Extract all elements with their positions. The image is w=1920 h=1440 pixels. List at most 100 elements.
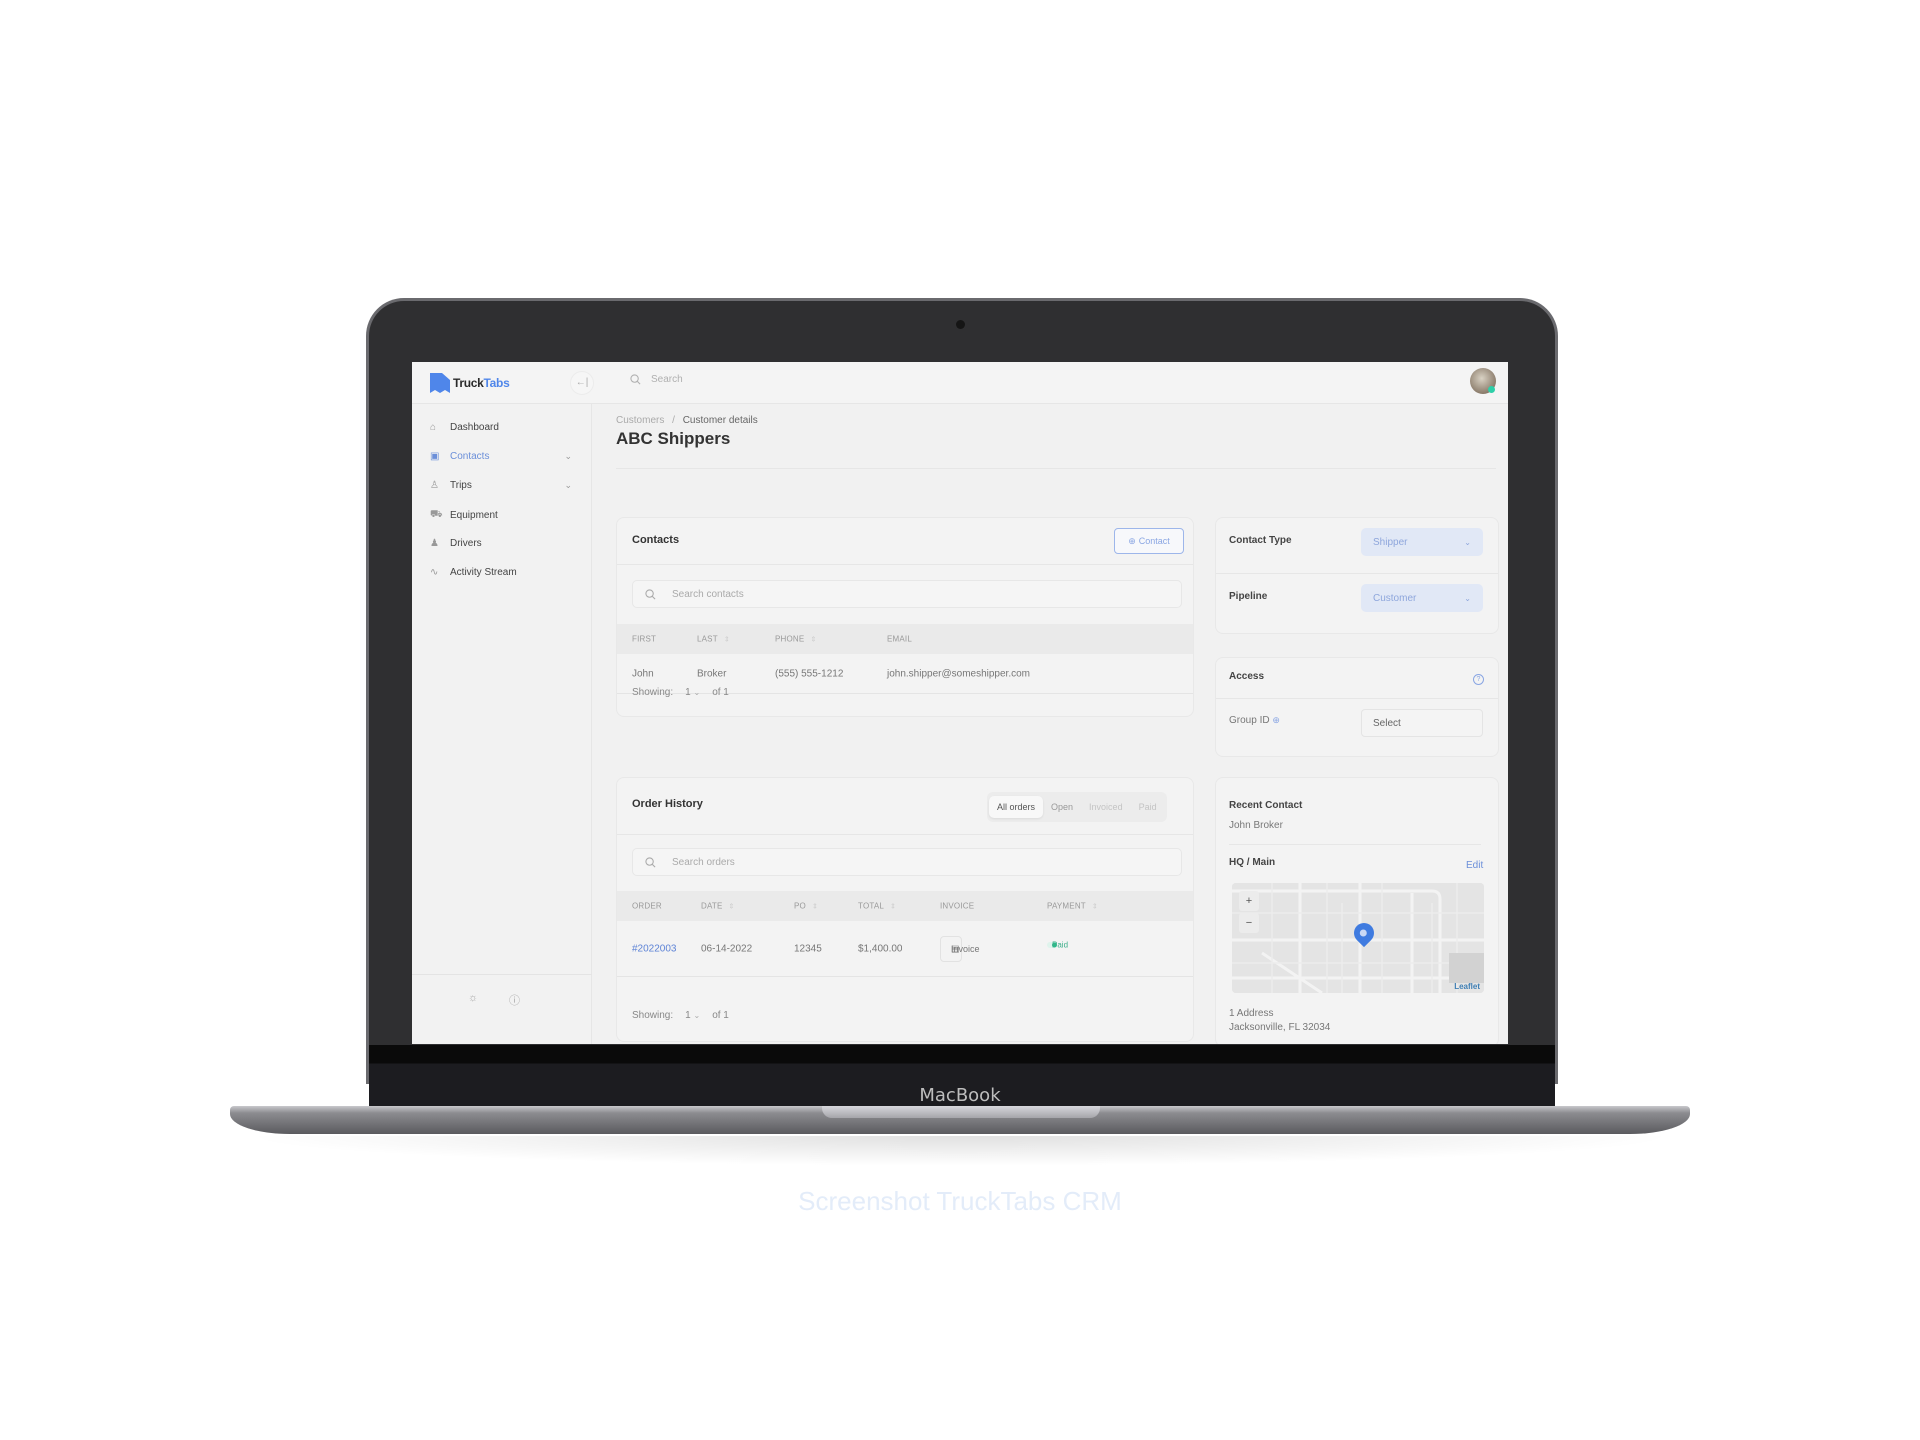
info-icon[interactable]: ⓘ xyxy=(509,992,520,1008)
order-history-card: Order History All orders Open Invoiced P… xyxy=(616,777,1194,1042)
divider xyxy=(1216,698,1498,699)
global-search[interactable]: Search xyxy=(630,374,683,385)
orders-search-input[interactable]: Search orders xyxy=(672,857,735,868)
page-total: of 1 xyxy=(712,687,729,698)
invoice-label: Invoice xyxy=(951,944,980,954)
col-last[interactable]: LAST ⇕ xyxy=(697,635,730,644)
page-total: of 1 xyxy=(712,1010,729,1021)
sidebar-item-activity-stream[interactable]: ∿ Activity Stream xyxy=(430,567,580,578)
col-total[interactable]: TOTAL ⇕ xyxy=(858,902,896,911)
map-zoom-in-button[interactable]: + xyxy=(1239,891,1259,911)
camera xyxy=(956,320,965,329)
page-select[interactable]: 1 ⌄ xyxy=(685,687,700,698)
logo-icon xyxy=(430,373,450,393)
contacts-search-input[interactable]: Search contacts xyxy=(672,589,744,600)
breadcrumb: Customers / Customer details xyxy=(616,415,758,426)
order-filter-tabs: All orders Open Invoiced Paid xyxy=(987,792,1167,822)
order-history-title: Order History xyxy=(632,798,703,810)
sidebar-item-dashboard[interactable]: ⌂ Dashboard xyxy=(430,422,580,433)
payment-status-badge: Paid xyxy=(1047,941,1068,950)
plus-circle-icon: ⊕ xyxy=(1128,535,1136,546)
map-zoom-out-button[interactable]: − xyxy=(1239,913,1259,933)
recent-contact-value[interactable]: John Broker xyxy=(1229,820,1283,831)
access-card: Access ? Group ID ⊕ Select xyxy=(1215,657,1499,757)
pipeline-label: Pipeline xyxy=(1229,591,1268,602)
page-title: ABC Shippers xyxy=(616,429,731,448)
contact-type-label: Contact Type xyxy=(1229,535,1292,546)
sidebar-item-drivers[interactable]: ♟ Drivers xyxy=(430,538,580,549)
invoice-button[interactable]: ▤ Invoice xyxy=(940,936,980,962)
orders-search[interactable]: Search orders xyxy=(632,848,1182,876)
table-row[interactable]: #2022003 06-14-2022 12345 $1,400.00 ▤ In… xyxy=(617,921,1193,977)
user-pin-icon: ♙ xyxy=(430,480,439,491)
collapse-sidebar-button[interactable]: ←| xyxy=(570,371,594,395)
sidebar-item-trips[interactable]: ♙ Trips ⌄ xyxy=(430,480,580,491)
laptop-shadow xyxy=(240,1136,1680,1166)
sort-icon: ⇕ xyxy=(723,636,730,644)
top-bar: TruckTabs ←| Search xyxy=(412,362,1508,404)
col-phone-label: PHONE xyxy=(775,634,805,644)
cell-total: $1,400.00 xyxy=(858,943,903,954)
contacts-search[interactable]: Search contacts xyxy=(632,580,1182,608)
col-date[interactable]: DATE ⇕ xyxy=(701,902,735,911)
device-brand-label: MacBook xyxy=(919,1085,1001,1106)
tab-invoiced[interactable]: Invoiced xyxy=(1081,796,1131,818)
page-select[interactable]: 1 ⌄ xyxy=(685,1010,700,1021)
chevron-down-icon: ⌄ xyxy=(1464,537,1471,547)
contacts-pagination: Showing: 1 ⌄ of 1 xyxy=(632,687,729,698)
hq-label: HQ / Main xyxy=(1229,857,1276,868)
activity-icon: ∿ xyxy=(430,567,439,578)
pipeline-select[interactable]: Customer ⌄ xyxy=(1361,584,1483,612)
driver-icon: ♟ xyxy=(430,538,439,549)
page-value: 1 xyxy=(685,687,691,698)
order-link[interactable]: #2022003 xyxy=(632,943,677,954)
chevron-down-icon: ⌄ xyxy=(693,1011,701,1020)
showing-label: Showing: xyxy=(632,687,674,698)
tab-all-orders[interactable]: All orders xyxy=(989,796,1044,818)
tab-paid[interactable]: Paid xyxy=(1131,796,1165,818)
title-divider xyxy=(616,468,1496,469)
plus-circle-icon[interactable]: ⊕ xyxy=(1272,715,1280,725)
sort-icon: ⇕ xyxy=(811,903,819,911)
map-attribution[interactable]: Leaflet xyxy=(1454,982,1480,991)
caption: Screenshot TruckTabs CRM xyxy=(798,1186,1122,1216)
sidebar-item-equipment[interactable]: ⛟ Equipment xyxy=(430,509,580,522)
online-status-dot xyxy=(1488,386,1495,393)
edit-address-link[interactable]: Edit xyxy=(1466,860,1483,871)
breadcrumb-parent[interactable]: Customers xyxy=(616,415,664,426)
cell-phone: (555) 555-1212 xyxy=(775,668,844,679)
tab-open[interactable]: Open xyxy=(1043,796,1081,818)
sun-icon[interactable]: ☼ xyxy=(468,992,478,1004)
cell-po: 12345 xyxy=(794,943,822,954)
global-search-input[interactable]: Search xyxy=(651,374,683,385)
col-po[interactable]: PO ⇕ xyxy=(794,902,818,911)
help-icon[interactable]: ? xyxy=(1473,674,1484,685)
col-date-label: DATE xyxy=(701,901,723,911)
address-line-1: 1 Address xyxy=(1229,1008,1274,1019)
orders-table-header: ORDER DATE ⇕ PO ⇕ TOTAL ⇕ INVOICE PAYMENT ⇕ xyxy=(617,891,1193,921)
showing-label: Showing: xyxy=(632,1010,674,1021)
logo-text-1: Truck xyxy=(453,376,484,390)
classification-card: Contact Type Shipper ⌄ Pipeline Customer… xyxy=(1215,517,1499,634)
pipeline-value: Customer xyxy=(1373,592,1417,604)
group-id-select[interactable]: Select xyxy=(1361,709,1483,737)
add-contact-button[interactable]: ⊕ Contact xyxy=(1114,528,1184,554)
cell-first: John xyxy=(632,668,654,679)
sidebar-footer-divider xyxy=(412,974,592,975)
group-id-text: Group ID xyxy=(1229,715,1270,726)
home-icon: ⌂ xyxy=(430,422,437,433)
col-payment[interactable]: PAYMENT ⇕ xyxy=(1047,902,1098,911)
chevron-down-icon: ⌄ xyxy=(1464,593,1471,603)
location-map[interactable]: + − Leaflet xyxy=(1232,883,1484,993)
sort-icon: ⇕ xyxy=(890,903,897,911)
cell-date: 06-14-2022 xyxy=(701,943,753,954)
search-icon xyxy=(630,374,641,385)
col-phone[interactable]: PHONE ⇕ xyxy=(775,635,817,644)
col-first: FIRST xyxy=(632,634,657,644)
contacts-card: Contacts ⊕ Contact Search contacts FIRST… xyxy=(616,517,1194,717)
page-value: 1 xyxy=(685,1010,691,1021)
sidebar-item-contacts[interactable]: ▣ Contacts ⌄ xyxy=(430,451,580,462)
contact-type-value: Shipper xyxy=(1373,536,1408,548)
logo[interactable]: TruckTabs xyxy=(430,373,510,393)
contact-type-select[interactable]: Shipper ⌄ xyxy=(1361,528,1483,556)
